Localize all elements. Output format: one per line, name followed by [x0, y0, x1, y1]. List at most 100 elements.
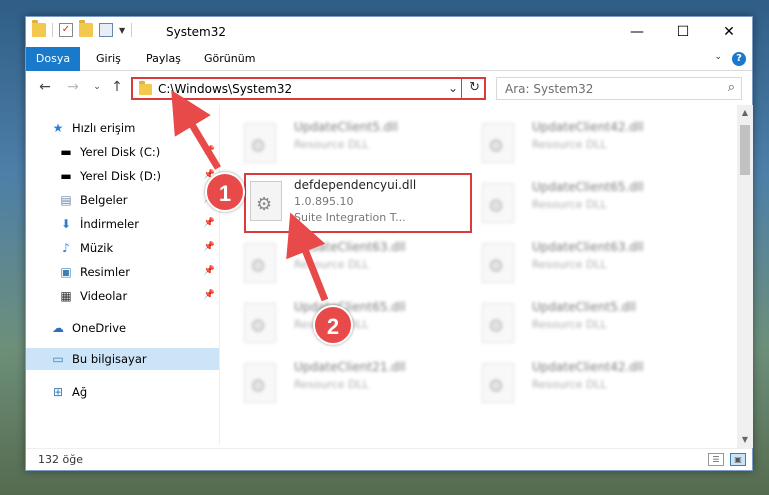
sidebar-item-label: İndirmeler — [80, 217, 139, 231]
refresh-icon[interactable]: ↻ — [469, 80, 480, 95]
dll-file-icon: ⚙ — [244, 303, 276, 343]
navigation-bar: ← → ⌄ ↑ C:\Windows\System32 ⌄ ↻ Ara: Sys… — [26, 72, 752, 104]
file-version: 1.0.895.10 — [294, 195, 354, 208]
sidebar-item-downloads[interactable]: ⬇ İndirmeler 📌 — [26, 213, 219, 235]
new-folder-icon[interactable] — [79, 20, 93, 37]
sidebar-item-disk-c[interactable]: ▬ Yerel Disk (C:) 📌 — [26, 141, 219, 163]
list-item[interactable]: ⚙ UpdateClient65.dll Resource DLL — [464, 175, 704, 235]
step-2-badge: 2 — [313, 305, 353, 345]
scroll-down-icon[interactable]: ▼ — [737, 432, 753, 448]
vertical-scrollbar[interactable]: ▲ ▼ — [737, 105, 753, 448]
address-bar[interactable]: C:\Windows\System32 ⌄ ↻ — [131, 77, 486, 100]
pin-icon: 📌 — [203, 242, 215, 252]
expand-ribbon-icon[interactable]: ⌄ — [714, 52, 722, 62]
dll-file-icon: ⚙ — [482, 123, 514, 163]
address-path[interactable]: C:\Windows\System32 — [158, 82, 292, 96]
scroll-up-icon[interactable]: ▲ — [737, 105, 753, 121]
up-arrow-icon[interactable]: ↑ — [108, 78, 126, 96]
sidebar-item-onedrive[interactable]: ☁ OneDrive — [26, 317, 219, 339]
folder-icon — [139, 81, 152, 95]
sidebar-item-pictures[interactable]: ▣ Resimler 📌 — [26, 261, 219, 283]
dll-file-icon: ⚙ — [482, 183, 514, 223]
dll-file-icon: ⚙ — [244, 123, 276, 163]
tab-file[interactable]: Dosya — [26, 47, 80, 71]
sidebar-item-this-pc[interactable]: ▭ Bu bilgisayar — [26, 348, 219, 370]
dll-file-icon: ⚙ — [482, 243, 514, 283]
list-item[interactable]: ⚙ UpdateClient63.dll Resource DLL — [464, 235, 704, 295]
pin-icon: 📌 — [203, 290, 215, 300]
back-arrow-icon[interactable]: ← — [36, 78, 54, 96]
navigation-pane: ★ Hızlı erişim ▬ Yerel Disk (C:) 📌 ▬ Yer… — [26, 105, 219, 445]
file-name: UpdateClient63.dll — [294, 240, 406, 254]
file-name: UpdateClient5.dll — [294, 120, 398, 134]
file-name: UpdateClient65.dll — [294, 300, 406, 314]
search-input[interactable]: Ara: System32 ⌕ — [496, 77, 742, 100]
file-name: defdependencyui.dll — [294, 178, 417, 192]
video-icon: ▦ — [60, 289, 72, 303]
minimize-button[interactable]: — — [614, 17, 660, 47]
tab-view[interactable]: Görünüm — [192, 47, 267, 71]
large-icons-view-icon[interactable]: ▣ — [730, 453, 746, 466]
sidebar-item-network[interactable]: ⊞ Ağ — [26, 381, 219, 403]
dll-file-icon: ⚙ — [482, 303, 514, 343]
highlighted-file-item[interactable]: ⚙ defdependencyui.dll 1.0.895.10 Suite I… — [244, 173, 472, 233]
pictures-icon: ▣ — [60, 265, 72, 279]
file-name: UpdateClient5.dll — [532, 300, 636, 314]
file-name: UpdateClient63.dll — [532, 240, 644, 254]
file-name: UpdateClient21.dll — [294, 360, 406, 374]
file-description: Resource DLL — [532, 318, 607, 331]
forward-arrow-icon[interactable]: → — [64, 78, 82, 96]
details-view-icon[interactable]: ☰ — [708, 453, 724, 466]
ribbon-tabs: Dosya Giriş Paylaş Görünüm ⌄ ? — [26, 47, 752, 71]
sidebar-item-label: Yerel Disk (D:) — [80, 169, 162, 183]
list-item[interactable]: ⚙ UpdateClient21.dll Resource DLL — [226, 355, 466, 415]
sidebar-item-label: Yerel Disk (C:) — [80, 145, 161, 159]
sidebar-item-label: Ağ — [72, 385, 88, 399]
sidebar-item-disk-d[interactable]: ▬ Yerel Disk (D:) 📌 — [26, 165, 219, 187]
customize-icon[interactable] — [99, 23, 113, 37]
address-dropdown-icon[interactable]: ⌄ — [448, 81, 458, 95]
dll-file-icon: ⚙ — [250, 181, 282, 221]
status-bar: 132 öğe ☰ ▣ — [26, 448, 752, 471]
file-description: Resource DLL — [294, 378, 369, 391]
dll-file-icon: ⚙ — [244, 363, 276, 403]
sidebar-item-videos[interactable]: ▦ Videolar 📌 — [26, 285, 219, 307]
scroll-thumb[interactable] — [740, 125, 750, 175]
list-item[interactable]: ⚙ UpdateClient42.dll Resource DLL — [464, 355, 704, 415]
sidebar-item-documents[interactable]: ▤ Belgeler 📌 — [26, 189, 219, 211]
sidebar-item-music[interactable]: ♪ Müzik 📌 — [26, 237, 219, 259]
tab-home[interactable]: Giriş — [84, 47, 133, 71]
search-icon[interactable]: ⌕ — [728, 80, 735, 95]
list-item[interactable]: ⚙ UpdateClient42.dll Resource DLL — [464, 115, 704, 175]
list-item[interactable]: ⚙ UpdateClient5.dll Resource DLL — [464, 295, 704, 355]
close-button[interactable]: ✕ — [706, 17, 752, 47]
step-1-badge: 1 — [205, 172, 245, 212]
pin-icon: 📌 — [203, 218, 215, 228]
maximize-button[interactable]: ☐ — [660, 17, 706, 47]
sidebar-item-label: Resimler — [80, 265, 130, 279]
qat-dropdown-icon[interactable]: ▼ — [119, 26, 125, 35]
drive-icon: ▬ — [60, 145, 72, 159]
sidebar-item-quick-access[interactable]: ★ Hızlı erişim — [26, 117, 219, 139]
sidebar-item-label: Videolar — [80, 289, 128, 303]
list-item[interactable]: ⚙ UpdateClient63.dll Resource DLL — [226, 235, 466, 295]
pin-icon: 📌 — [203, 146, 215, 156]
cloud-icon: ☁ — [52, 321, 64, 335]
quick-access-toolbar: ✓ ▼ — [32, 20, 133, 37]
search-placeholder: Ara: System32 — [505, 82, 594, 96]
download-icon: ⬇ — [60, 217, 72, 231]
help-icon[interactable]: ? — [732, 52, 746, 66]
recent-dropdown-icon[interactable]: ⌄ — [88, 78, 106, 96]
computer-icon: ▭ — [52, 352, 64, 366]
file-description: Resource DLL — [532, 198, 607, 211]
tab-share[interactable]: Paylaş — [134, 47, 193, 71]
network-icon: ⊞ — [52, 385, 64, 399]
sidebar-item-label: Hızlı erişim — [72, 121, 136, 135]
file-description: Resource DLL — [294, 138, 369, 151]
folder-icon — [32, 20, 46, 37]
documents-icon: ▤ — [60, 193, 72, 207]
file-description: Resource DLL — [532, 258, 607, 271]
properties-check-icon[interactable]: ✓ — [59, 23, 73, 37]
sidebar-item-label: Bu bilgisayar — [72, 352, 147, 366]
list-item[interactable]: ⚙ UpdateClient5.dll Resource DLL — [226, 115, 466, 175]
